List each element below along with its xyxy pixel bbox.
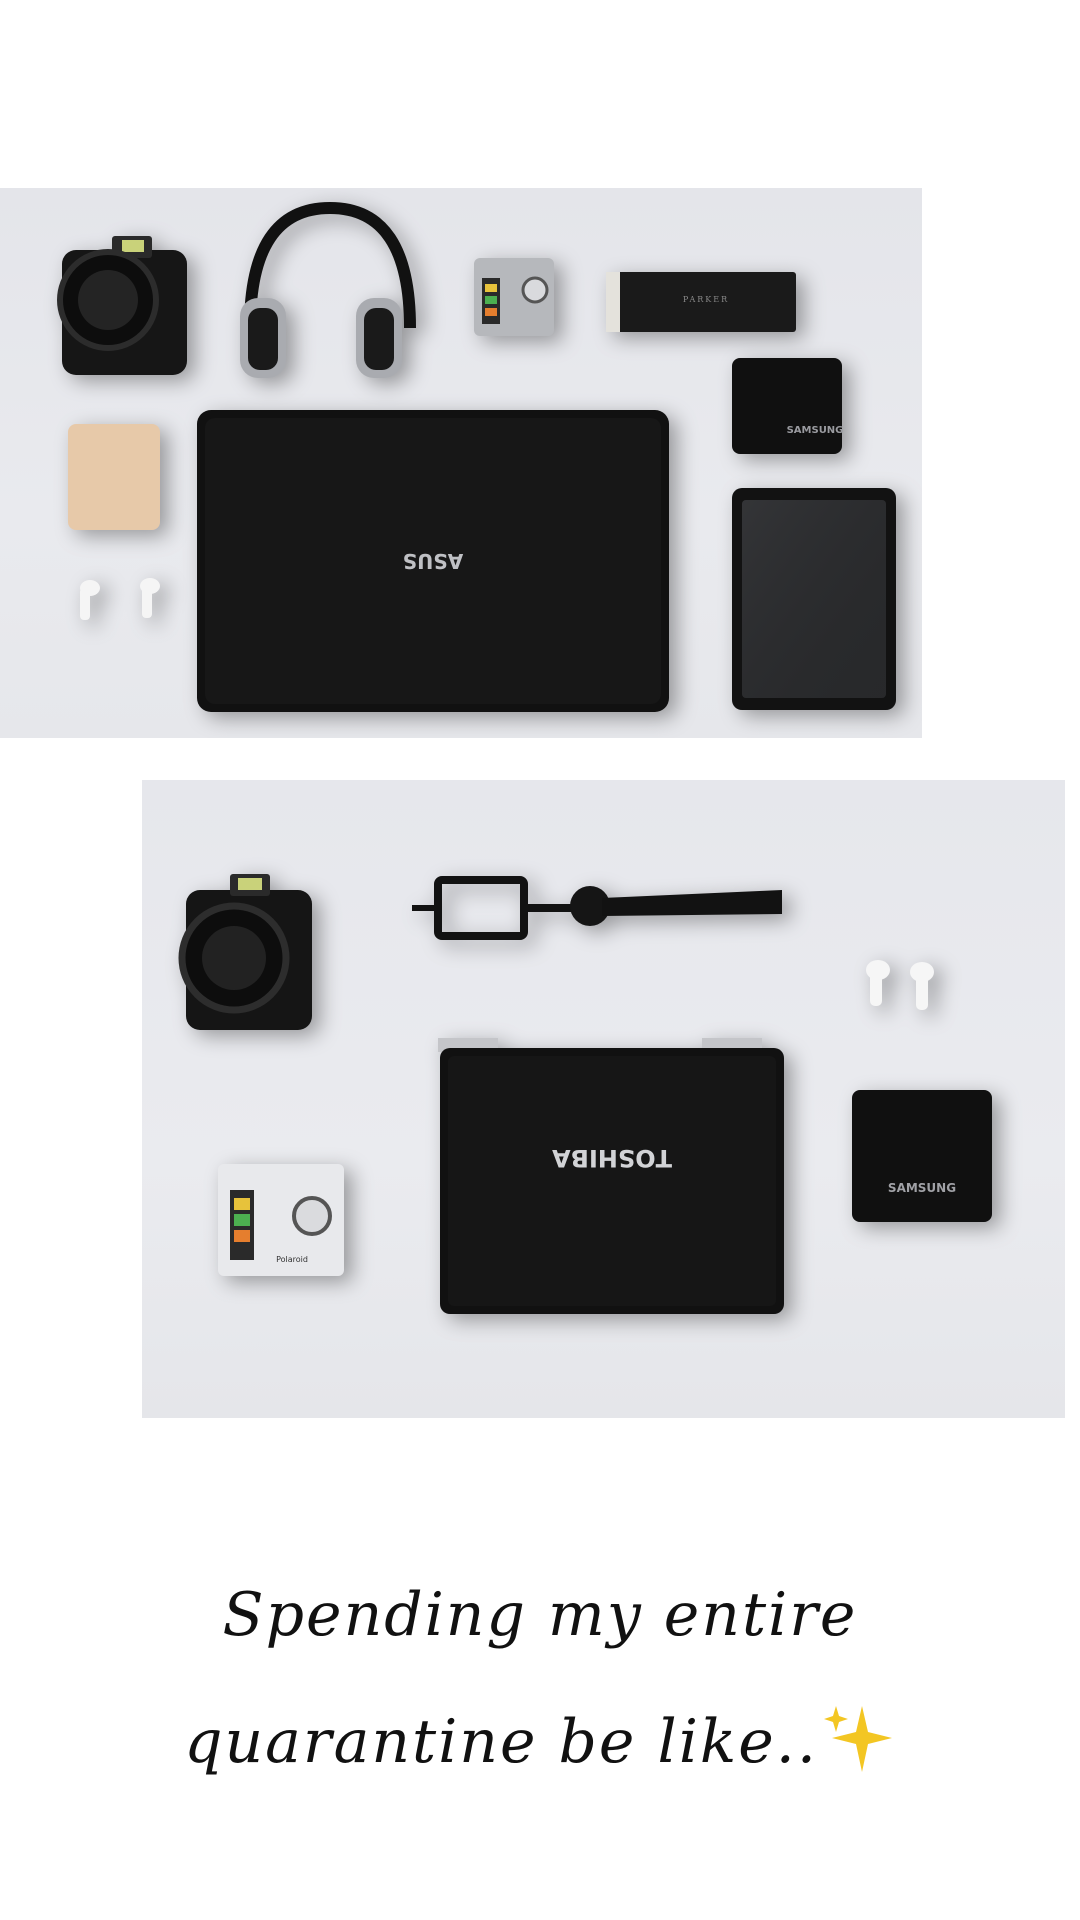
- pen-box: PARKER: [606, 272, 796, 332]
- caption-line-2-text: quarantine be like..: [184, 1707, 818, 1778]
- photo-bottom: TOSHIBA Polaroid SAMSUNG: [142, 780, 1065, 1418]
- external-drive: SAMSUNG: [732, 358, 843, 454]
- power-bank: [68, 424, 160, 530]
- polaroid-camera: Polaroid: [218, 1164, 344, 1276]
- drive-brand-label: SAMSUNG: [787, 425, 844, 436]
- caption-line-2: quarantine be like..: [0, 1700, 1080, 1793]
- external-drive: SAMSUNG: [852, 1090, 992, 1222]
- laptop-top: ASUS: [197, 410, 669, 712]
- caption-line-1: Spending my entire: [222, 1580, 858, 1650]
- earbuds: [80, 578, 160, 620]
- pen-brand-label: PARKER: [683, 295, 729, 304]
- laptop-brand-label: TOSHIBA: [552, 1144, 672, 1172]
- headphones: [240, 201, 416, 378]
- drive-brand-label: SAMSUNG: [888, 1181, 956, 1195]
- tablet: [732, 488, 896, 710]
- polaroid-camera: [474, 258, 554, 336]
- laptop-brand-label: ASUS: [403, 549, 464, 573]
- action-camera: [57, 236, 187, 375]
- earbuds: [866, 960, 934, 1010]
- camera-brand-label: Polaroid: [276, 1255, 308, 1264]
- laptop-bottom: TOSHIBA: [438, 1038, 784, 1314]
- tripod: [412, 876, 782, 940]
- action-camera: [178, 874, 312, 1030]
- photo-top: PARKER SAMSUNG ASUS: [0, 188, 922, 738]
- sparkles-icon: [818, 1700, 896, 1793]
